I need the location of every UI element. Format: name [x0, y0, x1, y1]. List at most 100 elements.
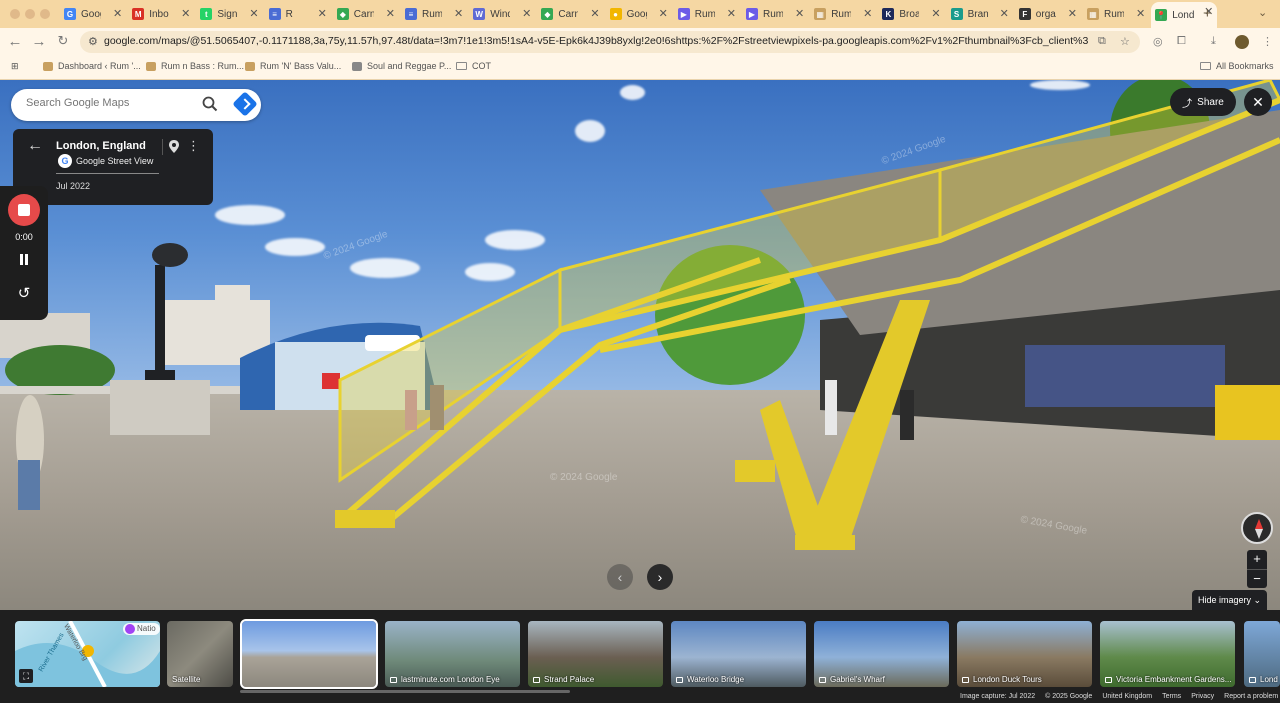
browser-tab[interactable]: ▶ Rum ✕	[742, 4, 808, 24]
browser-tab[interactable]: ▦ Rum ✕	[810, 4, 876, 24]
imagery-thumbnail[interactable]: Victoria Embankment Gardens...	[1100, 621, 1235, 687]
all-bookmarks[interactable]: All Bookmarks	[1200, 61, 1274, 71]
share-button[interactable]: ⤴ Share	[1170, 88, 1236, 116]
capture-date[interactable]: Jul 2022	[56, 181, 90, 191]
close-tab-icon[interactable]: ✕	[1068, 7, 1077, 20]
bookmark-item[interactable]: Rum n Bass : Rum...	[146, 61, 244, 71]
more-options-icon[interactable]: ⋮	[187, 138, 200, 154]
close-tab-icon[interactable]: ✕	[249, 7, 258, 20]
minimap-thumbnail[interactable]: Natio River Thames Waterloo Brg ⛶	[15, 621, 160, 687]
browser-tab[interactable]: Forga ✕	[1015, 4, 1081, 24]
close-tab-icon[interactable]: ✕	[1136, 7, 1145, 20]
window-zoom-control[interactable]	[40, 9, 50, 19]
favicon-icon: t	[200, 8, 213, 20]
apps-grid-icon[interactable]: ⊞	[11, 61, 19, 72]
site-settings-icon[interactable]: ⚙	[88, 35, 98, 48]
directions-icon[interactable]	[232, 91, 258, 117]
browser-tab[interactable]: ≡ R ✕	[265, 4, 331, 24]
browser-tab[interactable]: ◆ Carn ✕	[333, 4, 399, 24]
browser-tab[interactable]: S Bran ✕	[947, 4, 1013, 24]
close-tab-icon[interactable]: ✕	[863, 7, 872, 20]
restart-icon[interactable]: ↺	[0, 284, 48, 302]
browser-tab[interactable]: ● Goog ✕	[606, 4, 672, 24]
browser-tab[interactable]: W Wind ✕	[469, 4, 535, 24]
zoom-in-icon[interactable]: +	[1247, 550, 1267, 569]
close-tab-icon[interactable]: ✕	[1000, 7, 1009, 20]
zoom-out-icon[interactable]: −	[1247, 570, 1267, 589]
browser-tab[interactable]: t Sign ✕	[196, 4, 262, 24]
maps-search-box[interactable]	[11, 89, 261, 121]
imagery-thumbnail[interactable]: Waterloo Bridge	[671, 621, 806, 687]
satellite-thumbnail[interactable]: Satellite	[167, 621, 233, 687]
next-arrow-icon[interactable]: ›	[647, 564, 673, 590]
browser-tab[interactable]: ≡ Rum ✕	[401, 4, 467, 24]
imagery-thumbnail[interactable]	[240, 619, 378, 689]
close-tab-icon[interactable]: ✕	[795, 7, 804, 20]
close-tab-icon[interactable]: ✕	[590, 7, 599, 20]
close-tab-icon[interactable]: ✕	[113, 7, 122, 20]
bookmark-item[interactable]: Soul and Reggae P...	[352, 61, 451, 71]
footer-link[interactable]: Report a problem	[1224, 693, 1278, 700]
browser-tab[interactable]: ◆ Carn ✕	[537, 4, 603, 24]
favicon-icon: ◆	[541, 8, 554, 20]
profile-avatar[interactable]	[1235, 35, 1249, 49]
tab-label: Rum	[831, 8, 852, 20]
compass-icon[interactable]	[1241, 512, 1273, 544]
extensions-icon[interactable]: ⧠	[1177, 35, 1186, 48]
window-minimize-control[interactable]	[25, 9, 35, 19]
imagery-thumbnail[interactable]: Strand Palace	[528, 621, 663, 687]
close-tab-icon[interactable]: ✕	[318, 7, 327, 20]
favicon-icon: ≡	[268, 8, 281, 20]
close-tab-icon[interactable]: ✕	[454, 7, 463, 20]
map-pin-icon[interactable]	[169, 140, 179, 153]
bookmark-item[interactable]: COT	[456, 61, 491, 71]
tab-label: Goog	[626, 8, 647, 20]
tab-search-chevron-icon[interactable]: ⌄	[1258, 6, 1267, 19]
imagery-thumbnail[interactable]: lastminute.com London Eye	[385, 621, 520, 687]
hide-imagery-button[interactable]: Hide imagery ⌄	[1192, 590, 1267, 610]
forward-arrow-icon[interactable]: →	[30, 33, 48, 50]
url-text[interactable]: google.com/maps/@51.5065407,-0.1171188,3…	[104, 35, 1089, 47]
reload-icon[interactable]: ↻	[54, 33, 72, 49]
close-tab-icon[interactable]: ✕	[659, 7, 668, 20]
close-tab-icon[interactable]: ✕	[931, 7, 940, 20]
bookmark-star-icon[interactable]: ☆	[1120, 35, 1130, 48]
new-tab-button[interactable]: +	[1203, 5, 1212, 22]
more-menu-icon[interactable]: ⋮	[1262, 35, 1273, 48]
install-app-icon[interactable]: ⧉	[1098, 35, 1106, 48]
search-icon[interactable]	[202, 96, 218, 112]
close-tab-icon[interactable]: ✕	[522, 7, 531, 20]
address-bar[interactable]: ⚙ google.com/maps/@51.5065407,-0.1171188…	[80, 31, 1140, 53]
imagery-thumbnail[interactable]: London Duck Tours	[957, 621, 1092, 687]
previous-arrow-icon[interactable]: ‹	[607, 564, 633, 590]
window-close-control[interactable]	[10, 9, 20, 19]
footer-link[interactable]: Terms	[1162, 693, 1181, 700]
bookmark-item[interactable]: Rum 'N' Bass Valu...	[245, 61, 341, 71]
close-icon[interactable]: ✕	[1244, 88, 1272, 116]
imagery-thumbnail[interactable]: Gabriel's Wharf	[814, 621, 949, 687]
close-tab-icon[interactable]: ✕	[727, 7, 736, 20]
browser-tab[interactable]: M Inbo ✕	[128, 4, 194, 24]
download-icon[interactable]: ⤓	[1211, 35, 1216, 48]
back-arrow-icon[interactable]: ←	[6, 33, 24, 50]
imagery-thumbnail[interactable]: Lond	[1244, 621, 1280, 687]
browser-tab[interactable]: ▶ Rum ✕	[674, 4, 740, 24]
browser-tab[interactable]: K Broa ✕	[878, 4, 944, 24]
tab-label: Carn	[353, 8, 374, 20]
stop-recording-icon[interactable]	[8, 194, 40, 226]
browser-tab[interactable]: ▦ Rum ✕	[1083, 4, 1149, 24]
browser-tab[interactable]: G Goog ✕	[60, 4, 126, 24]
close-tab-icon[interactable]: ✕	[386, 7, 395, 20]
screenshot-icon[interactable]: ◎	[1153, 35, 1163, 48]
filmstrip-scrollbar[interactable]	[240, 690, 570, 693]
bookmark-item[interactable]: Dashboard ‹ Rum '...	[43, 61, 141, 71]
bookmarks-bar: ⊞ Dashboard ‹ Rum '... Rum n Bass : Rum..…	[0, 56, 1280, 80]
fullscreen-icon[interactable]: ⛶	[19, 669, 33, 683]
favicon-icon: G	[64, 8, 76, 20]
back-arrow-icon[interactable]: ←	[27, 137, 43, 155]
footer-link[interactable]: Privacy	[1191, 693, 1214, 700]
close-tab-icon[interactable]: ✕	[181, 7, 190, 20]
search-input[interactable]	[26, 97, 196, 109]
street-view-panorama[interactable]: © 2024 Google © 2024 Google © 2024 Googl…	[0, 80, 1280, 610]
pause-icon[interactable]	[19, 254, 29, 266]
